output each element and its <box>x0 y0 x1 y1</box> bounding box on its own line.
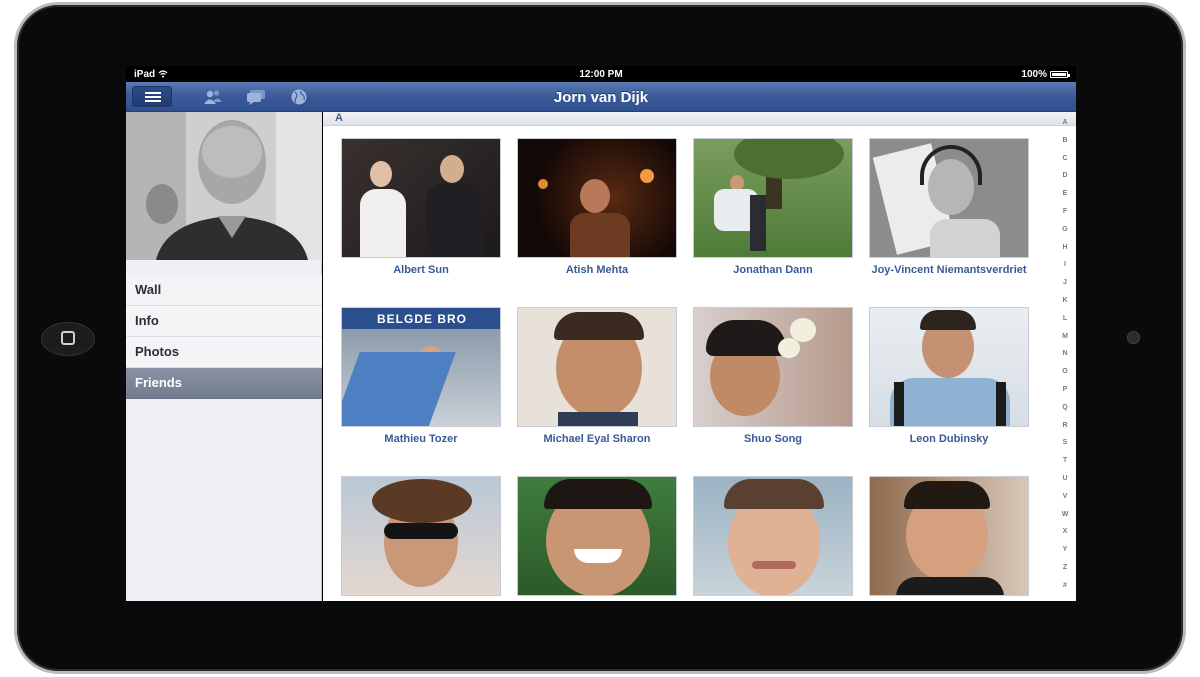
friend-card[interactable] <box>333 476 509 601</box>
friend-photo <box>869 307 1029 427</box>
friend-photo <box>517 476 677 596</box>
index-letter[interactable]: T <box>1054 457 1076 475</box>
status-bar: iPad 12:00 PM 100% <box>126 66 1076 82</box>
index-letter[interactable]: E <box>1054 190 1076 208</box>
friend-photo: BELGDE BRO <box>341 307 501 427</box>
friend-photo <box>869 476 1029 596</box>
sign-text: BELGDE BRO <box>376 312 467 326</box>
index-letter[interactable]: S <box>1054 439 1076 457</box>
index-letter[interactable]: C <box>1054 155 1076 173</box>
index-letter[interactable]: Z <box>1054 564 1076 582</box>
friend-name: Shuo Song <box>743 433 803 445</box>
sidebar-item-friends[interactable]: Friends <box>126 368 322 399</box>
index-letter[interactable]: B <box>1054 137 1076 155</box>
friend-name: Atish Mehta <box>565 264 629 276</box>
index-letter[interactable]: R <box>1054 422 1076 440</box>
friend-card[interactable]: Albert Sun <box>333 138 509 277</box>
alphabet-index[interactable]: A B C D E F G H I J K L M N O P Q R S T … <box>1054 119 1076 599</box>
status-time: 12:00 PM <box>579 69 623 80</box>
friend-card[interactable] <box>861 476 1037 601</box>
index-letter[interactable]: A <box>1054 119 1076 137</box>
battery-icon <box>1050 71 1070 78</box>
profile-photo[interactable] <box>126 112 322 260</box>
index-letter[interactable]: K <box>1054 297 1076 315</box>
friend-photo <box>517 138 677 258</box>
friend-photo <box>693 138 853 258</box>
sidebar-item-info[interactable]: Info <box>126 306 322 337</box>
index-letter[interactable]: I <box>1054 261 1076 279</box>
index-letter[interactable]: V <box>1054 493 1076 511</box>
friend-name: Michael Eyal Sharon <box>543 433 651 445</box>
friend-card[interactable]: Leon Dubinsky <box>861 307 1037 446</box>
front-camera <box>1127 331 1140 344</box>
friend-card[interactable]: Jonathan Dann <box>685 138 861 277</box>
home-button-icon <box>61 331 75 345</box>
index-letter[interactable]: Q <box>1054 404 1076 422</box>
index-letter[interactable]: H <box>1054 244 1076 262</box>
index-letter[interactable]: W <box>1054 511 1076 529</box>
index-letter[interactable]: D <box>1054 172 1076 190</box>
friend-card[interactable]: Shuo Song <box>685 307 861 446</box>
friend-card[interactable]: Joy-Vincent Niemantsverdriet <box>861 138 1037 277</box>
index-letter[interactable]: U <box>1054 475 1076 493</box>
index-letter[interactable]: M <box>1054 333 1076 351</box>
page-title: Jorn van Dijk <box>553 89 649 106</box>
home-button[interactable] <box>41 322 95 356</box>
friend-card[interactable] <box>685 476 861 601</box>
friend-name: Mathieu Tozer <box>384 433 458 445</box>
sidebar-menu: Wall Info Photos Friends <box>126 275 322 399</box>
friend-card[interactable]: BELGDE BRO Mathieu Tozer <box>333 307 509 446</box>
screen: iPad 12:00 PM 100% Jorn van Dijk Wall In… <box>126 66 1076 601</box>
index-letter[interactable]: N <box>1054 350 1076 368</box>
friend-name: Leon Dubinsky <box>909 433 989 445</box>
friend-card[interactable]: Michael Eyal Sharon <box>509 307 685 446</box>
index-letter[interactable]: J <box>1054 279 1076 297</box>
friend-photo <box>341 138 501 258</box>
friend-photo <box>869 138 1029 258</box>
navigation-bar: Jorn van Dijk <box>126 82 1076 112</box>
friend-card[interactable]: Atish Mehta <box>509 138 685 277</box>
index-letter[interactable]: X <box>1054 528 1076 546</box>
index-letter[interactable]: F <box>1054 208 1076 226</box>
index-letter[interactable]: G <box>1054 226 1076 244</box>
profile-photo-image <box>126 112 322 260</box>
index-letter[interactable]: O <box>1054 368 1076 386</box>
friends-content: A Albert Sun Atish Mehta Jonathan Dann J… <box>323 112 1076 601</box>
sidebar-item-photos[interactable]: Photos <box>126 337 322 368</box>
index-letter[interactable]: # <box>1054 582 1076 600</box>
friend-name: Joy-Vincent Niemantsverdriet <box>871 264 1027 276</box>
friend-photo <box>693 476 853 596</box>
sidebar: Wall Info Photos Friends <box>126 112 322 601</box>
index-letter[interactable]: Y <box>1054 546 1076 564</box>
index-letter[interactable]: L <box>1054 315 1076 333</box>
friend-name: Jonathan Dann <box>733 264 813 276</box>
friend-card[interactable] <box>509 476 685 601</box>
friend-photo <box>517 307 677 427</box>
friend-photo <box>341 476 501 596</box>
friend-photo <box>693 307 853 427</box>
index-letter[interactable]: P <box>1054 386 1076 404</box>
sidebar-item-wall[interactable]: Wall <box>126 275 322 306</box>
friend-name: Albert Sun <box>393 264 449 276</box>
battery-indicator: 100% <box>1021 69 1070 80</box>
section-header: A <box>323 112 1076 126</box>
